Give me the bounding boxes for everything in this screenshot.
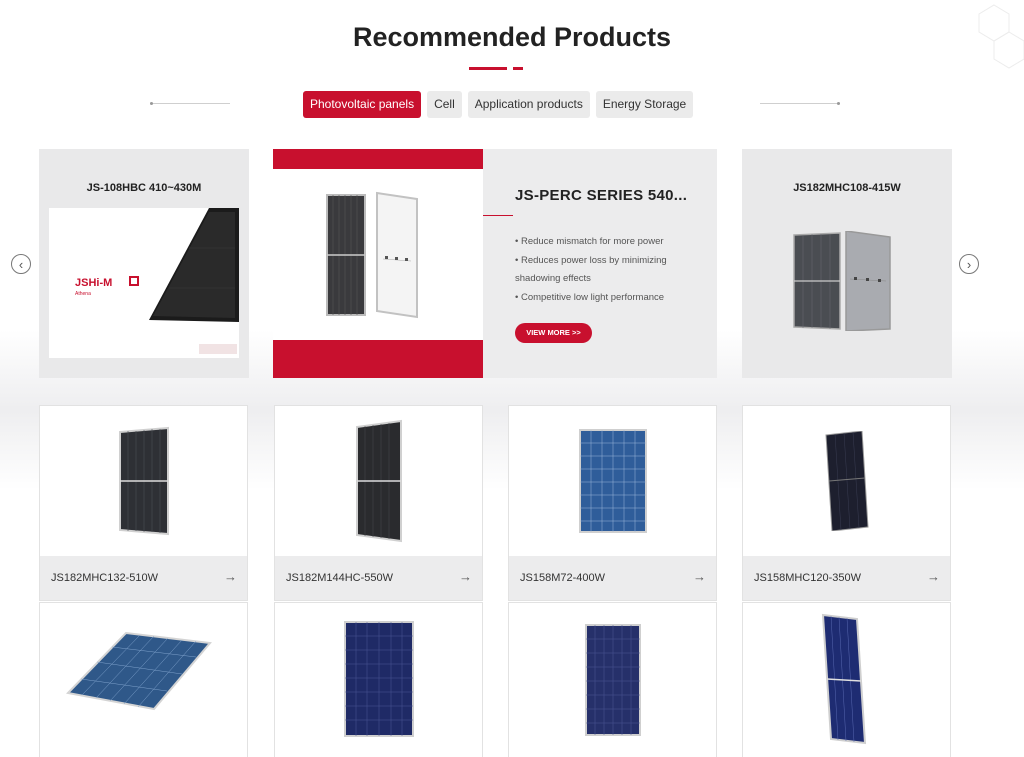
product-name: JS182MHC108-415W bbox=[793, 182, 901, 194]
product-card[interactable] bbox=[508, 602, 717, 757]
product-image bbox=[326, 191, 418, 319]
feature-item: • Competitive low light performance bbox=[515, 291, 665, 303]
title-underline bbox=[469, 67, 507, 70]
arrow-right-icon: → bbox=[224, 569, 237, 584]
tab-cell[interactable]: Cell bbox=[427, 91, 462, 118]
carousel-next-button[interactable]: › bbox=[959, 254, 979, 274]
product-name: JS-108HBC 410~430M bbox=[86, 182, 202, 194]
feature-list: • Reduce mismatch for more power • Reduc… bbox=[515, 233, 701, 307]
product-name: JS158MHC120-350W bbox=[754, 572, 861, 584]
product-image bbox=[578, 429, 647, 533]
product-image bbox=[118, 426, 169, 536]
product-card[interactable]: JS158MHC120-350W → bbox=[742, 405, 951, 601]
carousel-card-left[interactable]: JS-108HBC 410~430M JSHi-M Athena bbox=[39, 149, 249, 378]
featured-product-name: JS-PERC SERIES 540... bbox=[515, 187, 688, 204]
view-more-button[interactable]: VIEW MORE >> bbox=[515, 323, 592, 343]
title-connector-line bbox=[483, 215, 513, 216]
product-image bbox=[824, 431, 869, 531]
product-image bbox=[65, 631, 212, 711]
product-image: JSHi-M Athena bbox=[49, 208, 239, 358]
product-image bbox=[344, 621, 414, 737]
tabs-divider-right bbox=[760, 102, 840, 105]
title-underline-dot bbox=[513, 67, 523, 70]
product-card[interactable]: JS158M72-400W → bbox=[508, 405, 717, 601]
featured-image-frame bbox=[273, 149, 483, 378]
product-image bbox=[793, 231, 891, 331]
product-image bbox=[821, 613, 867, 745]
section-title: Recommended Products bbox=[352, 22, 672, 52]
product-card[interactable] bbox=[274, 602, 483, 757]
product-card[interactable]: JS182MHC132-510W → bbox=[39, 405, 248, 601]
carousel-prev-button[interactable]: ‹ bbox=[11, 254, 31, 274]
brand-subtitle: Athena bbox=[75, 291, 91, 297]
product-card[interactable] bbox=[39, 602, 248, 757]
product-name: JS182M144HC-550W bbox=[286, 572, 393, 584]
feature-item: • Reduces power loss by minimizing shado… bbox=[515, 254, 667, 285]
product-image bbox=[355, 419, 402, 543]
arrow-right-icon: → bbox=[459, 569, 472, 584]
carousel-card-featured[interactable]: JS-PERC SERIES 540... • Reduce mismatch … bbox=[273, 149, 717, 378]
product-card[interactable]: JS182M144HC-550W → bbox=[274, 405, 483, 601]
carousel-card-right[interactable]: JS182MHC108-415W bbox=[742, 149, 952, 378]
tab-photovoltaic-panels[interactable]: Photovoltaic panels bbox=[303, 91, 422, 118]
chevron-left-icon: ‹ bbox=[18, 256, 24, 272]
arrow-right-icon: → bbox=[693, 569, 706, 584]
product-image bbox=[585, 624, 641, 736]
category-tabs: Photovoltaic panels Cell Application pro… bbox=[303, 91, 694, 118]
feature-item: • Reduce mismatch for more power bbox=[515, 236, 664, 247]
chevron-right-icon: › bbox=[966, 256, 972, 272]
product-name: JS158M72-400W bbox=[520, 572, 605, 584]
product-name: JS182MHC132-510W bbox=[51, 572, 158, 584]
tabs-divider-left bbox=[150, 102, 230, 105]
tab-energy-storage[interactable]: Energy Storage bbox=[595, 91, 694, 118]
arrow-right-icon: → bbox=[927, 569, 940, 584]
brand-logo-text: JSHi-M bbox=[75, 277, 112, 289]
product-card[interactable] bbox=[742, 602, 951, 757]
tab-application-products[interactable]: Application products bbox=[467, 91, 590, 118]
